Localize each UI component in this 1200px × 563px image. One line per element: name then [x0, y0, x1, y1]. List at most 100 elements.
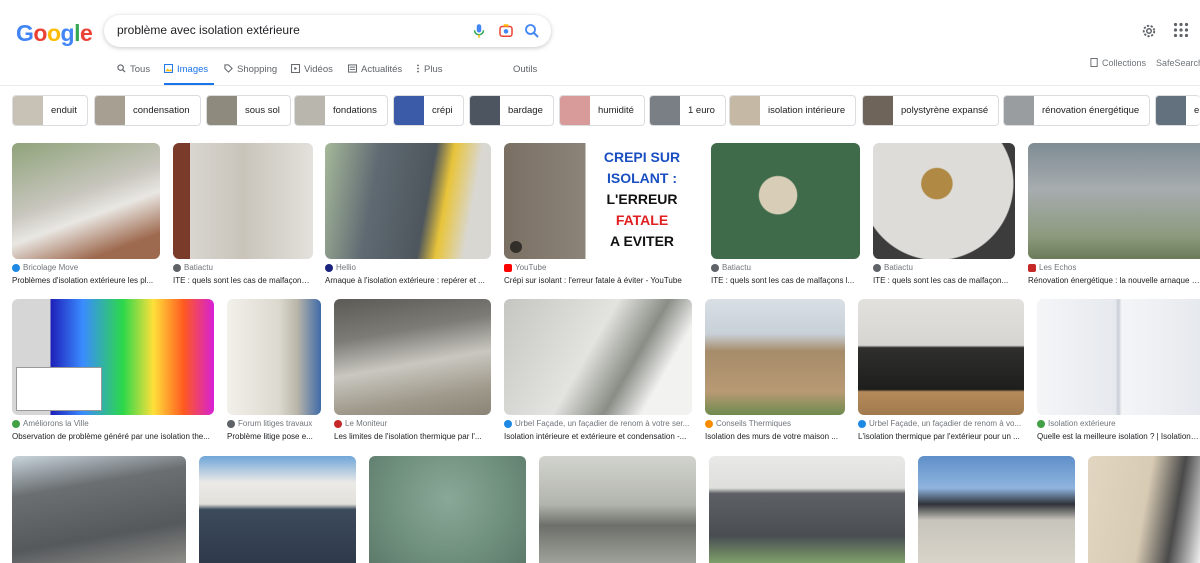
result-source[interactable]: Améliorons la Ville	[12, 419, 89, 428]
apps-grid-icon[interactable]	[1173, 22, 1189, 38]
search-input[interactable]: problème avec isolation extérieure	[117, 23, 300, 37]
result-source[interactable]: Batiactu	[711, 263, 751, 272]
result-source[interactable]: Batiactu	[173, 263, 213, 272]
result-thumbnail[interactable]	[369, 456, 526, 563]
chip-sous-sol[interactable]: sous sol	[206, 95, 291, 126]
image-result[interactable]	[918, 456, 1075, 563]
image-result[interactable]: Le Moniteur Les limites de l'isolation t…	[334, 299, 491, 441]
result-thumbnail[interactable]	[325, 143, 491, 259]
result-source[interactable]: YouTube	[504, 263, 546, 272]
result-caption[interactable]: Arnaque à l'isolation extérieure : repér…	[325, 276, 491, 285]
image-result[interactable]: Hellio Arnaque à l'isolation extérieure …	[325, 143, 491, 285]
result-source[interactable]: Bricolage Move	[12, 263, 78, 272]
tab-images[interactable]: Images	[164, 58, 215, 85]
result-caption[interactable]: Crépi sur isolant : l'erreur fatale à év…	[504, 276, 698, 285]
tab-tous[interactable]: Tous	[117, 58, 150, 85]
result-caption[interactable]: ITE : quels sont les cas de malfaçons ..…	[173, 276, 313, 285]
result-caption[interactable]: Isolation intérieure et extérieure et co…	[504, 432, 692, 441]
image-result[interactable]	[199, 456, 356, 563]
image-result[interactable]: Conseils Thermiques Isolation des murs d…	[705, 299, 845, 441]
microphone-icon[interactable]	[470, 22, 488, 40]
chip-fondations[interactable]: fondations	[294, 95, 388, 126]
chip-humidite[interactable]: humidité	[559, 95, 645, 126]
result-source[interactable]: Urbel Façade, un façadier de renom à vot…	[504, 419, 689, 428]
image-result[interactable]: Améliorons la Ville Observation de probl…	[12, 299, 214, 441]
image-result[interactable]: Bricolage Move Problèmes d'isolation ext…	[12, 143, 160, 285]
result-thumbnail[interactable]	[709, 456, 905, 563]
chip-enduit[interactable]: enduit	[12, 95, 88, 126]
camera-lens-icon[interactable]	[497, 22, 515, 40]
result-source[interactable]: Les Echos	[1028, 263, 1076, 272]
result-thumbnail[interactable]	[12, 299, 214, 415]
result-source[interactable]: Urbel Façade, un façadier de renom à vo.…	[858, 419, 1021, 428]
result-thumbnail[interactable]	[539, 456, 696, 563]
collections-link[interactable]: Collections	[1090, 58, 1146, 68]
result-thumbnail[interactable]	[504, 299, 692, 415]
result-thumbnail[interactable]	[227, 299, 321, 415]
image-result[interactable]: Urbel Façade, un façadier de renom à vo.…	[858, 299, 1024, 441]
image-result[interactable]: Urbel Façade, un façadier de renom à vot…	[504, 299, 692, 441]
result-thumbnail[interactable]	[199, 456, 356, 563]
gear-icon[interactable]	[1140, 22, 1158, 40]
result-thumbnail[interactable]	[173, 143, 313, 259]
result-thumbnail[interactable]	[858, 299, 1024, 415]
result-thumbnail[interactable]	[334, 299, 491, 415]
result-caption[interactable]: Observation de problème généré par une i…	[12, 432, 214, 441]
chip-thumbnail	[13, 96, 43, 125]
image-result[interactable]: Forum litiges travaux Problème litige po…	[227, 299, 321, 441]
result-thumbnail[interactable]	[1088, 456, 1200, 563]
image-result[interactable]: Batiactu ITE : quels sont les cas de mal…	[711, 143, 860, 285]
image-result[interactable]	[539, 456, 696, 563]
result-caption[interactable]: Quelle est la meilleure isolation ? | Is…	[1037, 432, 1200, 441]
chip-renovation-energetique[interactable]: rénovation énergétique	[1003, 95, 1151, 126]
image-result[interactable]: Isolation extérieure Quelle est la meill…	[1037, 299, 1200, 441]
result-caption[interactable]: ITE : quels sont les cas de malfaçons l.…	[711, 276, 860, 285]
result-caption[interactable]: Rénovation énergétique : la nouvelle arn…	[1028, 276, 1200, 285]
tab-videos[interactable]: Vidéos	[291, 58, 333, 85]
result-caption[interactable]: L'isolation thermique par l'extérieur po…	[858, 432, 1024, 441]
result-thumbnail[interactable]	[1028, 143, 1200, 259]
chip-crepi[interactable]: crépi	[393, 95, 464, 126]
chip-bardage[interactable]: bardage	[469, 95, 554, 126]
result-thumbnail[interactable]	[12, 456, 186, 563]
safesearch-link[interactable]: SafeSearch	[1156, 58, 1200, 68]
image-result[interactable]: CREPI SUR ISOLANT : L'ERREUR FATALE A EV…	[504, 143, 698, 285]
chip-isolation-interieure[interactable]: isolation intérieure	[729, 95, 857, 126]
tab-plus[interactable]: Plus	[416, 58, 442, 85]
result-caption[interactable]: Les limites de l'isolation thermique par…	[334, 432, 491, 441]
chip-1-euro[interactable]: 1 euro	[649, 95, 726, 126]
result-source[interactable]: Le Moniteur	[334, 419, 387, 428]
result-thumbnail[interactable]	[12, 143, 160, 259]
google-logo[interactable]: Google	[16, 20, 93, 47]
tab-shopping[interactable]: Shopping	[224, 58, 277, 85]
chip-partial[interactable]: e	[1155, 95, 1200, 126]
result-source[interactable]: Conseils Thermiques	[705, 419, 791, 428]
result-caption[interactable]: ITE : quels sont les cas de malfaçon...	[873, 276, 1015, 285]
result-source[interactable]: Forum litiges travaux	[227, 419, 312, 428]
search-box[interactable]: problème avec isolation extérieure	[104, 15, 551, 47]
result-source[interactable]: Isolation extérieure	[1037, 419, 1116, 428]
chip-condensation[interactable]: condensation	[94, 95, 201, 126]
result-source[interactable]: Batiactu	[873, 263, 913, 272]
result-thumbnail[interactable]	[1037, 299, 1200, 415]
image-result[interactable]	[369, 456, 526, 563]
result-caption[interactable]: Isolation des murs de votre maison ...	[705, 432, 845, 441]
tab-actualites[interactable]: Actualités	[348, 58, 402, 85]
result-caption[interactable]: Problème litige pose e...	[227, 432, 321, 441]
image-result[interactable]	[12, 456, 186, 563]
tab-outils[interactable]: Outils	[513, 58, 537, 85]
chip-polystyrene-expanse[interactable]: polystyrène expansé	[862, 95, 1000, 126]
result-thumbnail[interactable]	[711, 143, 860, 259]
result-thumbnail[interactable]	[918, 456, 1075, 563]
result-caption[interactable]: Problèmes d'isolation extérieure les pl.…	[12, 276, 160, 285]
result-thumbnail[interactable]	[705, 299, 845, 415]
result-thumbnail[interactable]	[873, 143, 1015, 259]
result-thumbnail[interactable]: CREPI SUR ISOLANT : L'ERREUR FATALE A EV…	[504, 143, 698, 259]
result-source[interactable]: Hellio	[325, 263, 356, 272]
image-result[interactable]: Les Echos Rénovation énergétique : la no…	[1028, 143, 1200, 285]
image-result[interactable]: Batiactu ITE : quels sont les cas de mal…	[173, 143, 313, 285]
image-result[interactable]	[709, 456, 905, 563]
image-result[interactable]: Batiactu ITE : quels sont les cas de mal…	[873, 143, 1015, 285]
search-icon[interactable]	[523, 22, 541, 40]
image-result[interactable]	[1088, 456, 1200, 563]
